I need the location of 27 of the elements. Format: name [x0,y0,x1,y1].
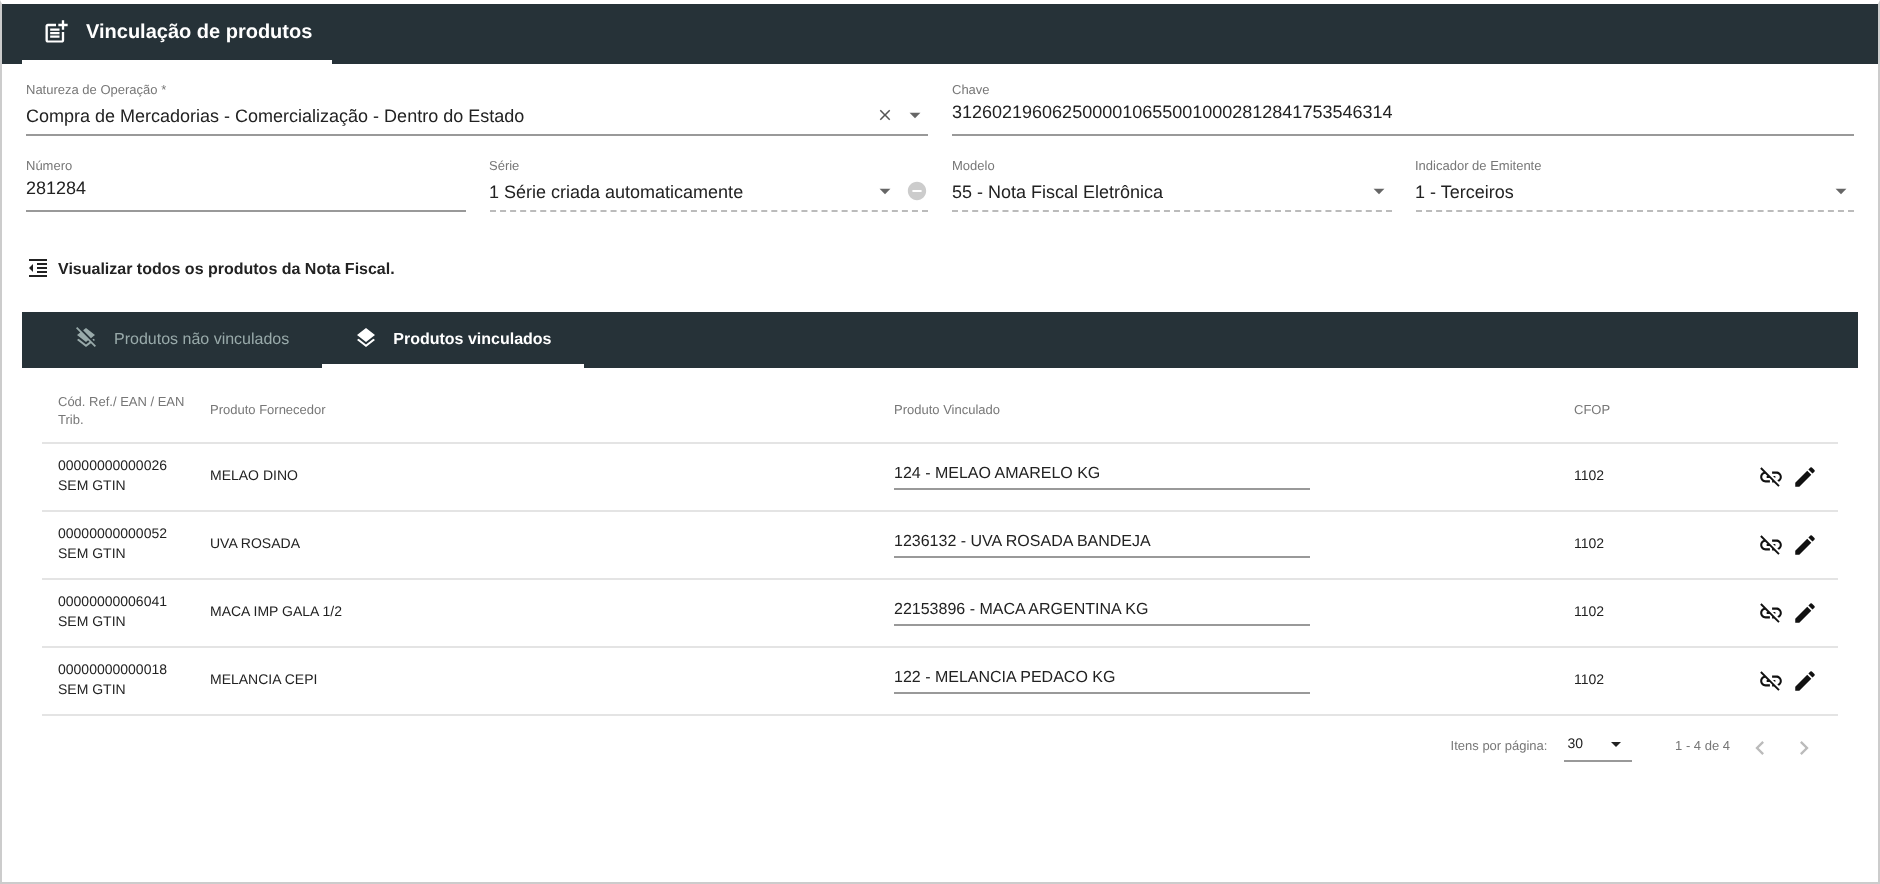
linked-product-field[interactable]: 122 - MELANCIA PEDACO KG [894,668,1310,694]
document-add-icon [42,18,70,46]
page-tab[interactable]: Vinculação de produtos [22,4,333,64]
linked-product-field[interactable]: 22153896 - MACA ARGENTINA KG [894,600,1310,626]
unlink-button[interactable] [1758,668,1784,694]
layers-icon [353,326,378,350]
list-icon [26,256,50,280]
field-value: 1 - Terceiros [1415,181,1516,201]
edit-button[interactable] [1792,668,1818,694]
clear-icon[interactable] [876,106,894,124]
field-value: 55 - Nota Fiscal Eletrônica [952,181,1166,201]
view-all-link[interactable]: Visualizar todos os produtos da Nota Fiscal. [26,256,1854,280]
edit-button[interactable] [1792,600,1818,626]
unlink-button[interactable] [1758,600,1784,626]
product-tab[interactable]: Produtos não vinculados [42,312,322,368]
field-value: Compra de Mercadorias - Comercialização - Dentro do Estado [26,105,527,125]
edit-button[interactable] [1792,464,1818,490]
linked-product-field[interactable]: 124 - MELAO AMARELO KG [894,464,1310,490]
product-tab[interactable]: Produtos vinculados [321,312,584,368]
layers-crossed-icon [74,326,98,350]
field-value: 281284 [26,178,89,198]
unlink-button[interactable] [1758,464,1784,490]
linked-product-field[interactable]: 1236132 - UVA ROSADA BANDEJA [894,532,1310,558]
edit-button[interactable] [1792,532,1818,558]
field-value: 31260219606250000106550010002812841753546314 [952,102,1395,122]
field-value: 1 Série criada automaticamente [489,181,746,201]
unlink-button[interactable] [1758,532,1784,558]
